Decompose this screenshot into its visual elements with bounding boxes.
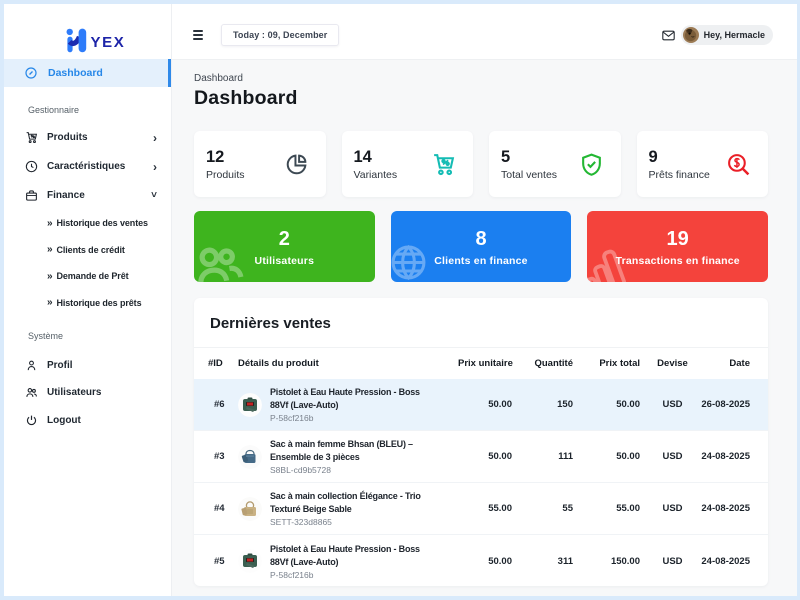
svg-text:YEX: YEX <box>91 34 126 51</box>
